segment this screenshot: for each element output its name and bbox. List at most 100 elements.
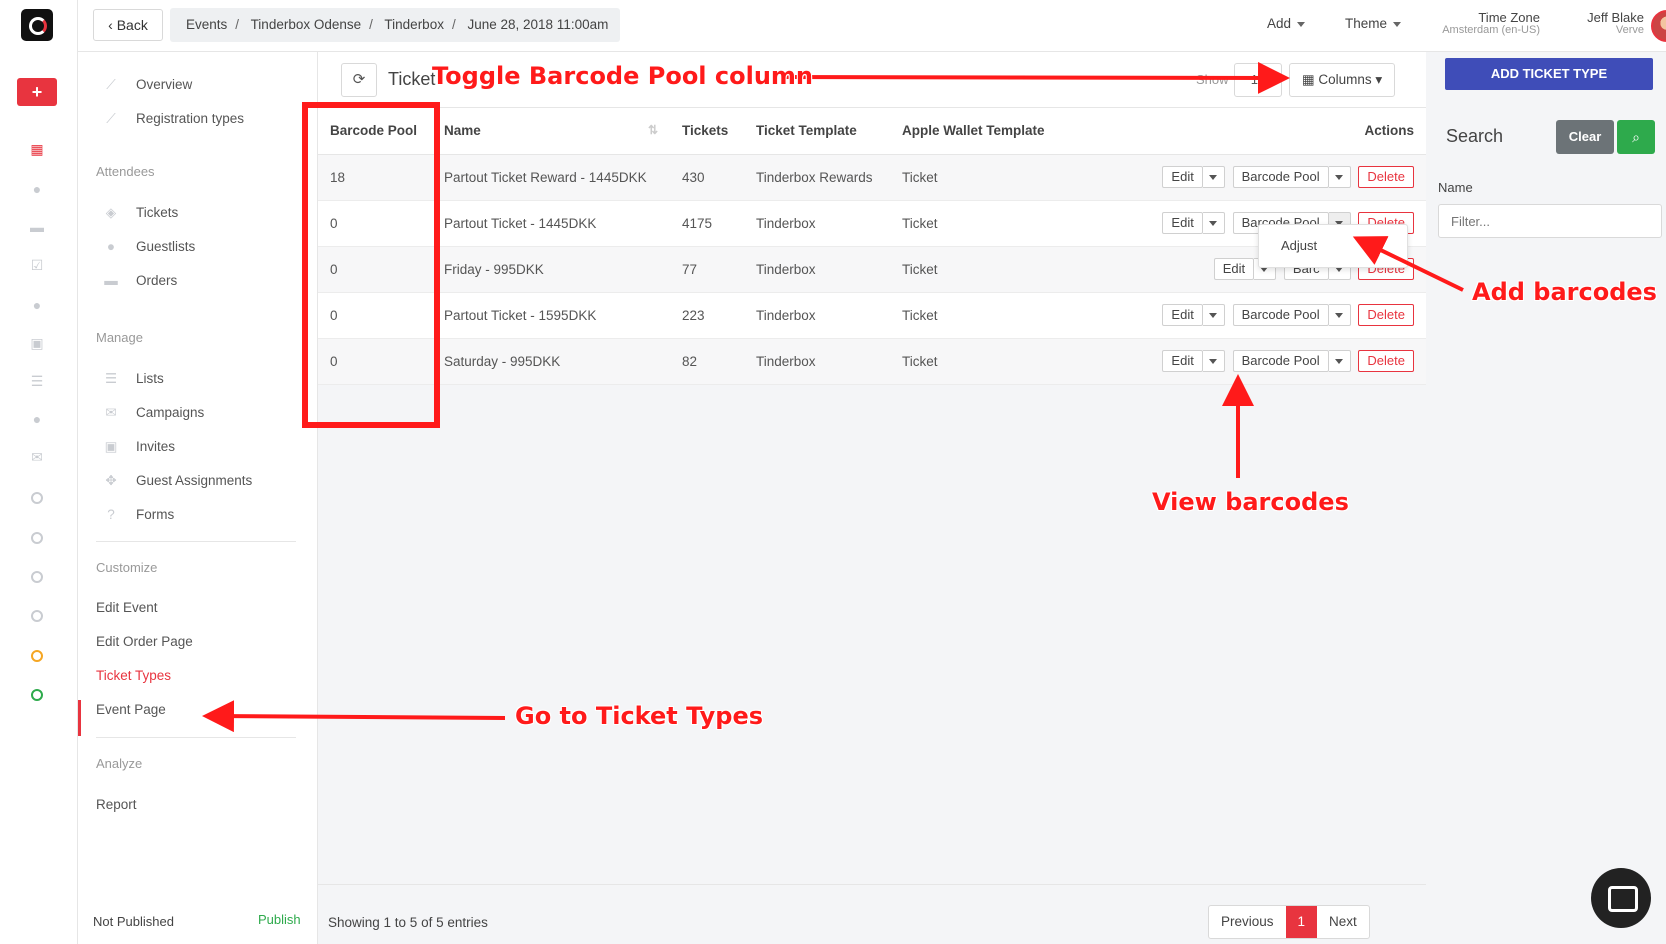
columns-button[interactable]: ▦ Columns ▾ bbox=[1289, 63, 1395, 97]
circle-icon[interactable] bbox=[31, 492, 43, 504]
sidebar-item-edit-event[interactable]: Edit Event bbox=[96, 600, 158, 615]
circle-icon[interactable] bbox=[31, 571, 43, 583]
sidebar-item-ticket-types[interactable]: Ticket Types bbox=[96, 668, 171, 683]
clear-button[interactable]: Clear bbox=[1556, 120, 1614, 154]
highlight-box bbox=[302, 102, 440, 428]
sidebar-item-edit-order-page[interactable]: Edit Order Page bbox=[96, 634, 193, 649]
cell-wallet-template: Ticket bbox=[890, 246, 1090, 293]
dropdown-item-adjust[interactable]: Adjust bbox=[1281, 238, 1317, 253]
create-plus-button[interactable]: + bbox=[17, 78, 57, 106]
people-icon[interactable]: ● bbox=[29, 182, 45, 196]
timezone-selector[interactable]: Time Zone Amsterdam (en-US) bbox=[1430, 11, 1540, 37]
name-filter-input[interactable] bbox=[1438, 204, 1662, 238]
circle-icon[interactable] bbox=[31, 532, 43, 544]
edit-dropdown-toggle[interactable] bbox=[1202, 350, 1225, 372]
section-header-manage: Manage bbox=[96, 330, 143, 345]
breadcrumb-tinderbox-odense[interactable]: Tinderbox Odense bbox=[251, 17, 362, 32]
cell-tickets: 4175 bbox=[670, 200, 744, 247]
sidebar-item-report[interactable]: Report bbox=[96, 797, 137, 812]
sidebar-item-overview[interactable]: ⟋ Overview bbox=[102, 76, 192, 94]
breadcrumb-tinderbox[interactable]: Tinderbox bbox=[384, 17, 444, 32]
sidebar-item-invites[interactable]: ▣ Invites bbox=[102, 438, 175, 456]
publish-link[interactable]: Publish bbox=[258, 912, 301, 927]
pagination-next[interactable]: Next bbox=[1317, 906, 1369, 938]
sidebar-item-lists[interactable]: ☰ Lists bbox=[102, 370, 164, 388]
sort-icon[interactable]: ⇅ bbox=[648, 123, 658, 137]
edit-button[interactable]: Edit bbox=[1162, 350, 1203, 372]
barcode-pool-button[interactable]: Barcode Pool bbox=[1232, 166, 1329, 188]
barcode-pool-button[interactable]: Barcode Pool bbox=[1232, 350, 1329, 372]
mail-icon[interactable]: ✉ bbox=[29, 450, 45, 464]
breadcrumb-events[interactable]: Events bbox=[186, 17, 227, 32]
column-header-tickets[interactable]: Tickets bbox=[670, 108, 744, 155]
pagination-page-1[interactable]: 1 bbox=[1285, 906, 1318, 938]
globe-icon[interactable]: ● bbox=[29, 298, 45, 312]
breadcrumb-date: June 28, 2018 11:00am bbox=[467, 17, 609, 32]
chevron-left-icon: ‹ bbox=[108, 17, 117, 33]
add-ticket-type-button[interactable]: ADD TICKET TYPE bbox=[1445, 58, 1653, 90]
cart-icon[interactable]: ▬ bbox=[29, 220, 45, 234]
checkbox-icon[interactable]: ☑ bbox=[29, 258, 45, 272]
page-size-select[interactable]: 10 bbox=[1234, 63, 1282, 97]
sidebar-item-tickets[interactable]: ◈ Tickets bbox=[102, 204, 178, 222]
table-row: 18 Partout Ticket Reward - 1445DKK 430 T… bbox=[318, 154, 1426, 201]
search-icon: ⌕ bbox=[1632, 129, 1640, 145]
barcode-pool-button[interactable]: Barcode Pool bbox=[1232, 304, 1329, 326]
table-header-row: Barcode Pool Name ⇅ Tickets Ticket Templa… bbox=[318, 108, 1426, 155]
sidebar-item-event-page[interactable]: Event Page bbox=[96, 702, 166, 717]
edit-button[interactable]: Edit bbox=[1162, 304, 1203, 326]
edit-button[interactable]: Edit bbox=[1162, 166, 1203, 188]
name-filter-label: Name bbox=[1438, 180, 1473, 195]
edit-button[interactable]: Edit bbox=[1162, 212, 1203, 234]
pagination-previous[interactable]: Previous bbox=[1209, 906, 1286, 938]
sidebar-item-forms[interactable]: ? Forms bbox=[102, 506, 174, 524]
app-logo[interactable] bbox=[21, 9, 53, 41]
circle-icon[interactable] bbox=[31, 610, 43, 622]
edit-button[interactable]: Edit bbox=[1213, 258, 1255, 280]
delete-button[interactable]: Delete bbox=[1358, 350, 1414, 372]
search-button[interactable]: ⌕ bbox=[1617, 120, 1655, 154]
status-circle-green-icon[interactable] bbox=[31, 689, 43, 701]
sidebar-item-campaigns[interactable]: ✉ Campaigns bbox=[102, 404, 204, 422]
avatar[interactable] bbox=[1651, 10, 1666, 42]
section-header-analyze: Analyze bbox=[96, 756, 143, 771]
sidebar-item-guestlists[interactable]: ● Guestlists bbox=[102, 238, 195, 256]
sidebar-item-guest-assignments[interactable]: ✥ Guest Assignments bbox=[102, 472, 252, 490]
sidebar-item-registration-types[interactable]: ⟋ Registration types bbox=[102, 110, 244, 128]
user-menu[interactable]: Jeff Blake Verve bbox=[1544, 11, 1644, 37]
user-icon[interactable]: ● bbox=[29, 412, 45, 426]
show-label: Show bbox=[1196, 72, 1229, 87]
theme-menu[interactable]: Theme bbox=[1345, 16, 1402, 31]
sidebar-item-orders[interactable]: ▬ Orders bbox=[102, 272, 177, 290]
cell-tickets: 430 bbox=[670, 154, 744, 201]
add-menu[interactable]: Add bbox=[1267, 16, 1306, 31]
cell-ticket-template: Tinderbox bbox=[744, 338, 890, 385]
list-icon: ☰ bbox=[104, 371, 118, 386]
delete-button[interactable]: Delete bbox=[1358, 166, 1414, 188]
list-icon[interactable]: ☰ bbox=[29, 374, 45, 388]
calendar-icon[interactable]: ▦ bbox=[29, 142, 45, 156]
column-header-apple-wallet-template[interactable]: Apple Wallet Template bbox=[890, 108, 1090, 155]
cell-name: Partout Ticket - 1595DKK bbox=[432, 292, 670, 339]
barcode-pool-dropdown-toggle[interactable] bbox=[1328, 166, 1351, 188]
edit-dropdown-toggle[interactable] bbox=[1202, 304, 1225, 326]
barcode-pool-dropdown-toggle[interactable] bbox=[1328, 304, 1351, 326]
cell-name: Partout Ticket Reward - 1445DKK bbox=[432, 154, 670, 201]
delete-button[interactable]: Delete bbox=[1358, 304, 1414, 326]
gift-icon[interactable]: ▣ bbox=[29, 336, 45, 350]
column-header-ticket-template[interactable]: Ticket Template bbox=[744, 108, 890, 155]
column-header-name[interactable]: Name ⇅ bbox=[432, 108, 670, 155]
cell-tickets: 223 bbox=[670, 292, 744, 339]
edit-dropdown-toggle[interactable] bbox=[1202, 166, 1225, 188]
section-header-attendees: Attendees bbox=[96, 164, 155, 179]
cell-tickets: 82 bbox=[670, 338, 744, 385]
refresh-button[interactable]: ⟳ bbox=[341, 63, 377, 97]
chat-launcher[interactable] bbox=[1591, 868, 1651, 928]
cell-wallet-template: Ticket bbox=[890, 338, 1090, 385]
barcode-pool-dropdown-toggle[interactable] bbox=[1328, 350, 1351, 372]
back-button[interactable]: ‹ Back bbox=[93, 9, 163, 41]
status-circle-orange-icon[interactable] bbox=[31, 650, 43, 662]
active-indicator bbox=[78, 700, 81, 736]
chart-icon: ⟋ bbox=[106, 111, 116, 126]
edit-dropdown-toggle[interactable] bbox=[1202, 212, 1225, 234]
